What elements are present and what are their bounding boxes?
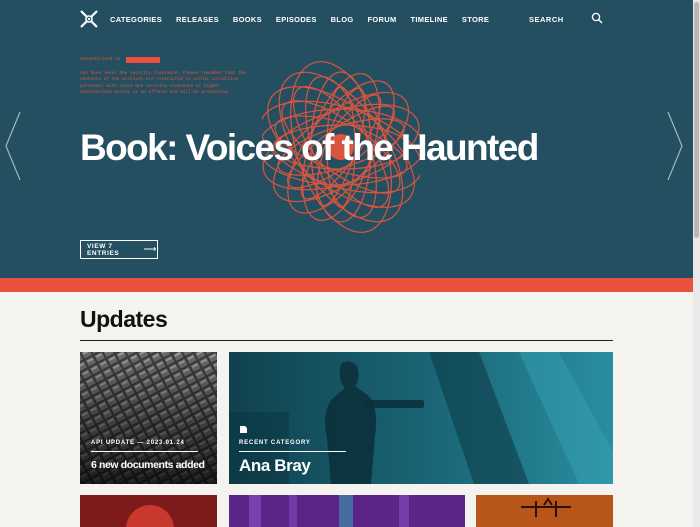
nav-store[interactable]: STORE	[462, 15, 489, 24]
lethic-logo-icon[interactable]	[80, 10, 98, 28]
hero-title: Book: Voices of the Haunted	[80, 127, 539, 168]
nav-blog[interactable]: BLOG	[331, 15, 354, 24]
updates-title: Updates	[80, 306, 168, 332]
chevron-right-icon[interactable]	[666, 110, 684, 182]
update-card-purple[interactable]	[229, 495, 465, 527]
view-entries-label: VIEW 7 ENTRIES	[87, 242, 120, 257]
view-entries-button[interactable]: VIEW 7 ENTRIES ⟶	[80, 240, 158, 259]
nav-timeline[interactable]: TIMELINE	[411, 15, 448, 24]
api-update-card[interactable]: API UPDATE — 2023.01.24 6 new documents …	[80, 352, 217, 484]
search-label[interactable]: SEARCH	[529, 15, 564, 24]
nav-categories[interactable]: CATEGORIES	[110, 15, 162, 24]
nav-links: CATEGORIES RELEASES BOOKS EPISODES BLOG …	[110, 15, 503, 24]
scrollbar-thumb[interactable]	[694, 2, 699, 238]
nav-releases[interactable]: RELEASES	[176, 15, 219, 24]
hero-accent-band	[0, 278, 700, 292]
recent-category-card[interactable]: RECENT CATEGORY Ana Bray	[229, 352, 613, 484]
clearance-warning: You have level One security clearance. P…	[80, 71, 246, 95]
arrow-right-icon: ⟶	[143, 244, 157, 254]
recent-category-meta: RECENT CATEGORY	[239, 440, 311, 446]
recent-category-title[interactable]: Ana Bray	[239, 456, 311, 476]
update-card-red[interactable]	[80, 495, 217, 527]
orange-artwork-image	[476, 495, 613, 527]
api-update-rule	[91, 451, 198, 452]
chevron-left-icon[interactable]	[4, 110, 22, 182]
top-nav: CATEGORIES RELEASES BOOKS EPISODES BLOG …	[0, 0, 700, 40]
hero-banner: CATEGORIES RELEASES BOOKS EPISODES BLOG …	[0, 0, 700, 278]
nav-forum[interactable]: FORUM	[368, 15, 397, 24]
clearance-label: Unauthorized as	[80, 57, 121, 62]
updates-divider	[80, 340, 613, 341]
purple-artwork-image	[229, 495, 465, 527]
redaction-bar	[126, 57, 160, 63]
api-update-meta: API UPDATE — 2023.01.24	[91, 440, 185, 446]
document-icon	[240, 426, 247, 433]
red-artwork-image	[80, 495, 217, 527]
search-icon[interactable]	[591, 12, 603, 24]
nav-episodes[interactable]: EPISODES	[276, 15, 317, 24]
api-update-title[interactable]: 6 new documents added	[91, 459, 205, 471]
update-card-orange[interactable]	[476, 495, 613, 527]
nav-books[interactable]: BOOKS	[233, 15, 262, 24]
recent-category-rule	[239, 451, 346, 452]
